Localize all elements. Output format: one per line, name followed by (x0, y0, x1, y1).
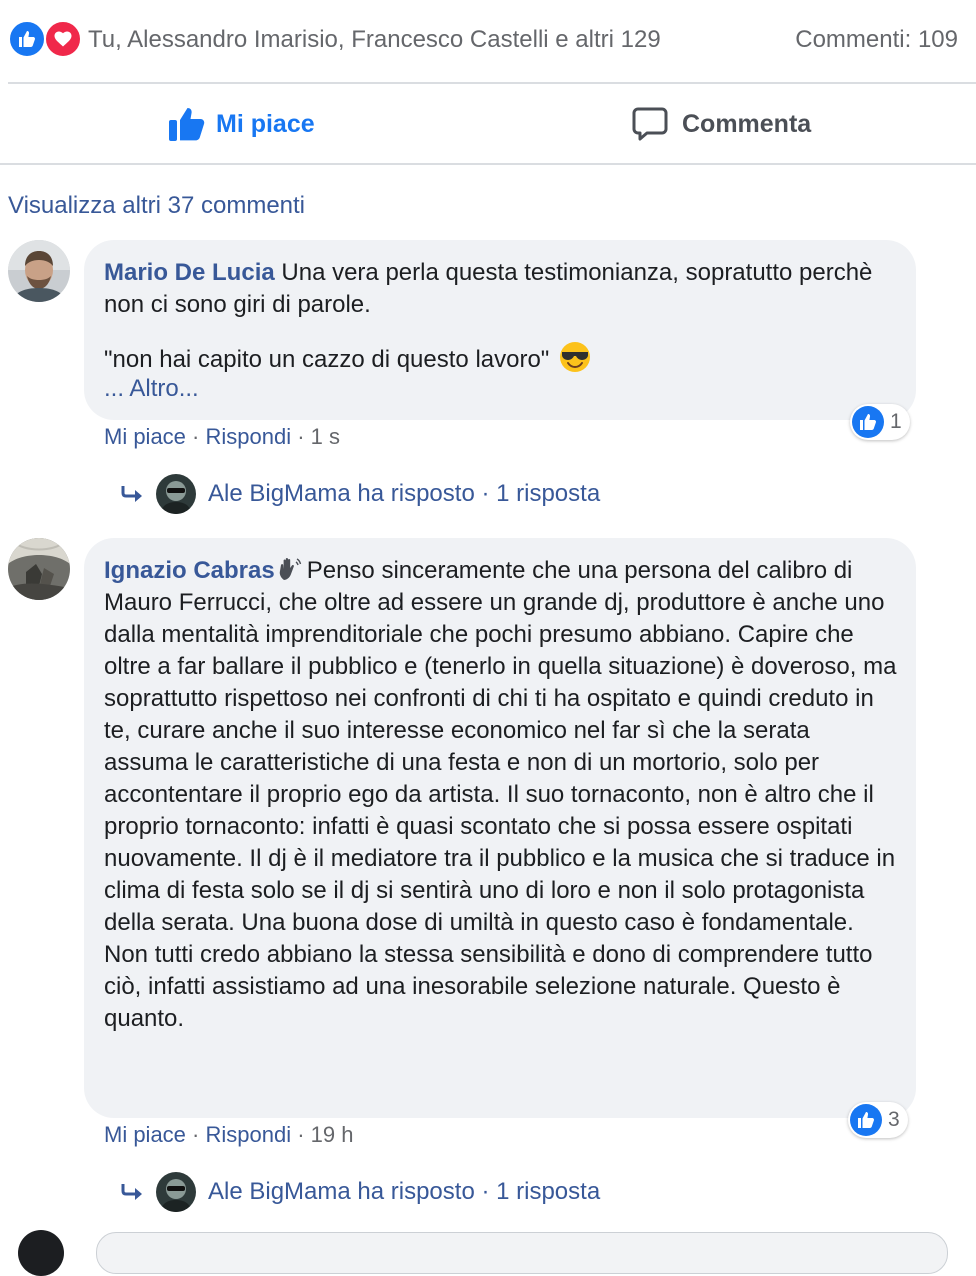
comment-text: "non hai capito un cazzo di questo lavor… (104, 346, 550, 373)
reactors-list[interactable]: Tu, Alessandro Imarisio, Francesco Caste… (88, 26, 661, 54)
comment-bubble: Mario De Lucia Una vera perla questa tes… (84, 240, 916, 420)
reply-arrow-icon (121, 1184, 142, 1200)
wave-hand-icon (279, 557, 301, 580)
thumbs-up-icon (169, 108, 205, 141)
reply-summary: Ale BigMama ha risposto · 1 risposta (208, 480, 601, 507)
sunglasses-emoji (560, 342, 591, 372)
like-icon (852, 406, 884, 438)
reaction-count: 3 (888, 1108, 900, 1131)
reply-avatar (156, 474, 196, 514)
comment-reaction-badge[interactable]: 3 (848, 1102, 908, 1138)
speech-bubble-icon (632, 107, 668, 141)
comment-meta: Mi piace · Rispondi · 19 h (104, 1122, 354, 1147)
reply-arrow-icon (121, 486, 142, 502)
replies-link[interactable]: Ale BigMama ha risposto · 1 risposta (120, 1172, 600, 1212)
reply-avatar (156, 1172, 196, 1212)
comment-input[interactable] (96, 1232, 948, 1274)
comment-meta: Mi piace · Rispondi · 1 s (104, 424, 341, 449)
comment-count[interactable]: Commenti: 109 (795, 26, 958, 54)
comment-reaction-badge[interactable]: 1 (850, 404, 910, 440)
see-more-link[interactable]: ... Altro... (104, 375, 199, 402)
comment-timestamp[interactable]: 19 h (311, 1122, 354, 1147)
comment-reply-link[interactable]: Rispondi (205, 1122, 291, 1147)
reply-summary: Ale BigMama ha risposto · 1 risposta (208, 1178, 601, 1205)
view-more-comments-link[interactable]: Visualizza altri 37 commenti (8, 192, 305, 220)
avatar (18, 1230, 64, 1276)
comment-like-link[interactable]: Mi piace (104, 424, 186, 449)
avatar[interactable] (8, 538, 70, 600)
comment-button[interactable]: Commenta (632, 106, 811, 142)
action-bar: Mi piace Commenta (0, 84, 976, 164)
see-more: ... Altro... (104, 373, 898, 405)
comment-text: Penso sinceramente che una persona del c… (104, 557, 897, 1032)
like-icon[interactable] (8, 20, 46, 58)
divider (0, 163, 976, 165)
avatar[interactable] (8, 240, 70, 302)
like-icon (850, 1104, 882, 1136)
reaction-count: 1 (890, 410, 902, 433)
replies-link[interactable]: Ale BigMama ha risposto · 1 risposta (120, 474, 600, 514)
comment-author[interactable]: Mario De Lucia (104, 259, 275, 286)
comment-reply-link[interactable]: Rispondi (205, 424, 291, 449)
comment-author[interactable]: Ignazio Cabras (104, 557, 275, 584)
comment-body: Mario De Lucia Una vera perla questa tes… (104, 257, 898, 321)
like-button-label: Mi piace (216, 109, 315, 138)
comment-bubble: Ignazio Cabras Penso sinceramente che una… (84, 538, 916, 1118)
comment-timestamp[interactable]: 1 s (311, 424, 340, 449)
reaction-summary: Tu, Alessandro Imarisio, Francesco Caste… (0, 0, 976, 82)
comment-quote: "non hai capito un cazzo di questo lavor… (104, 341, 898, 376)
comment-button-label: Commenta (682, 109, 812, 138)
comment-body: Ignazio Cabras Penso sinceramente che una… (104, 555, 898, 1035)
love-icon[interactable] (44, 20, 82, 58)
comment-like-link[interactable]: Mi piace (104, 1122, 186, 1147)
like-button[interactable]: Mi piace (168, 106, 315, 142)
